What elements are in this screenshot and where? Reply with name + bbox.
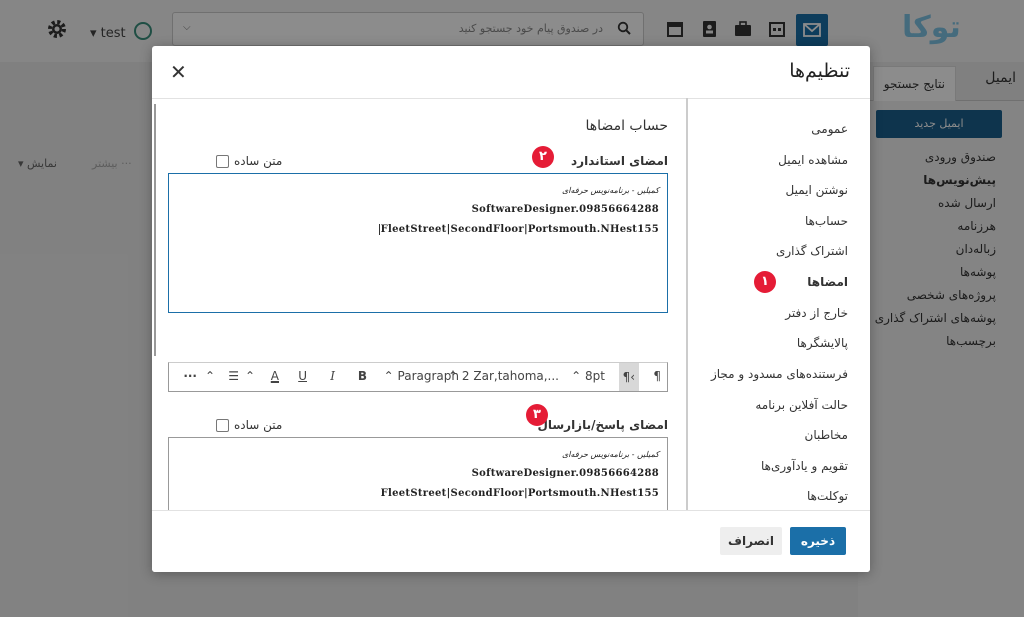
plain-text-label: متن ساده — [234, 154, 283, 168]
font-family-value: 2 Zar,tahoma,... — [461, 369, 559, 383]
chevron-up-icon[interactable]: ⌃ — [205, 369, 215, 383]
standard-signature-label: امضای استاندارد — [571, 154, 668, 168]
signature-line-3: FleetStreet|SecondFloor|Portsmouth.NHest… — [380, 488, 659, 499]
settings-nav: عمومی مشاهده ایمیل نوشتن ایمیل حساب‌ها ا… — [686, 98, 870, 511]
rtl-paragraph-icon[interactable]: ¶ — [653, 369, 661, 383]
italic-icon[interactable]: I — [330, 369, 335, 383]
plain-text-checkbox-standard[interactable]: متن ساده — [216, 154, 282, 168]
nav-sharing[interactable]: اشتراک گذاری — [776, 244, 848, 258]
annotation-badge-3: ۳ — [526, 404, 548, 426]
more-icon[interactable]: ··· — [183, 369, 197, 383]
signature-line-2: SoftwareDesigner.09856664288 — [471, 204, 659, 215]
dialog-title: تنظیم‌ها — [789, 60, 850, 82]
reply-signature-editor[interactable]: کمیلیں - برنامه‌نویس حرفه‌ای SoftwareDes… — [168, 437, 668, 511]
pane-title: حساب امضاها — [585, 118, 668, 134]
nav-compose[interactable]: نوشتن ایمیل — [786, 183, 848, 197]
nav-blocked-senders[interactable]: فرستنده‌های مسدود و مجاز — [711, 367, 848, 381]
signature-line-1: کمیلیں - برنامه‌نویس حرفه‌ای — [562, 450, 659, 459]
signature-line-3: FleetStreet|SecondFloor|Portsmouth.NHest… — [378, 224, 659, 235]
nav-out-of-office[interactable]: خارج از دفتر — [785, 306, 848, 320]
nav-accounts[interactable]: حساب‌ها — [805, 214, 848, 228]
scrollbar[interactable] — [154, 104, 156, 356]
close-icon[interactable]: ✕ — [170, 60, 187, 84]
nav-general[interactable]: عمومی — [811, 122, 848, 136]
ltr-paragraph-icon[interactable]: ¶‹ — [618, 363, 639, 391]
annotation-badge-2: ۲ — [532, 146, 554, 168]
underline-icon[interactable]: U — [298, 369, 307, 383]
chevron-up-icon[interactable]: ⌃ — [245, 369, 255, 383]
nav-filters[interactable]: پالایشگرها — [797, 336, 848, 350]
save-button[interactable]: ذخیره — [790, 527, 846, 555]
font-family-select[interactable]: ⌃ 2 Zar,tahoma,... — [448, 369, 559, 383]
paragraph-value: Paragraph — [397, 369, 459, 383]
dialog-footer: ذخیره انصراف — [152, 510, 870, 572]
nav-view-email[interactable]: مشاهده ایمیل — [778, 153, 848, 167]
nav-contacts[interactable]: مخاطبان — [805, 428, 848, 442]
nav-offline-mode[interactable]: حالت آفلاین برنامه — [755, 398, 848, 412]
plain-text-label: متن ساده — [234, 418, 283, 432]
checkbox[interactable] — [216, 418, 229, 432]
standard-signature-editor[interactable]: کمیلیں - برنامه‌نویس حرفه‌ای SoftwareDes… — [168, 173, 668, 313]
align-icon[interactable]: ☰ — [228, 369, 239, 383]
font-size-select[interactable]: ⌃ 8pt — [571, 369, 605, 383]
editor-toolbar: ¶ ¶‹ ⌃ 8pt ⌃ 2 Zar,tahoma,... ⌃ Paragrap… — [168, 362, 668, 392]
reply-signature-label: امضای پاسخ/بازارسال — [537, 418, 668, 432]
paragraph-format-select[interactable]: ⌃ Paragraph — [384, 369, 459, 383]
signature-line-1: کمیلیں - برنامه‌نویس حرفه‌ای — [562, 186, 659, 195]
plain-text-checkbox-reply[interactable]: متن ساده — [216, 418, 282, 432]
font-size-value: 8pt — [585, 369, 605, 383]
signature-line-2: SoftwareDesigner.09856664288 — [471, 468, 659, 479]
nav-signatures[interactable]: امضاها — [807, 275, 848, 289]
nav-calendar[interactable]: تقویم و یادآوری‌ها — [761, 459, 848, 473]
annotation-badge-1: ۱ — [754, 271, 776, 293]
settings-dialog: تنظیم‌ها ✕ عمومی مشاهده ایمیل نوشتن ایمی… — [152, 46, 870, 572]
signatures-pane: حساب امضاها امضای استاندارد ۲ متن ساده ک… — [152, 98, 688, 511]
nav-tokelets[interactable]: توکلت‌ها — [807, 489, 848, 503]
dialog-header: تنظیم‌ها ✕ — [152, 46, 870, 99]
cancel-button[interactable]: انصراف — [720, 527, 782, 555]
checkbox[interactable] — [216, 154, 229, 168]
text-color-icon[interactable]: A — [271, 369, 279, 383]
bold-icon[interactable]: B — [358, 369, 367, 383]
